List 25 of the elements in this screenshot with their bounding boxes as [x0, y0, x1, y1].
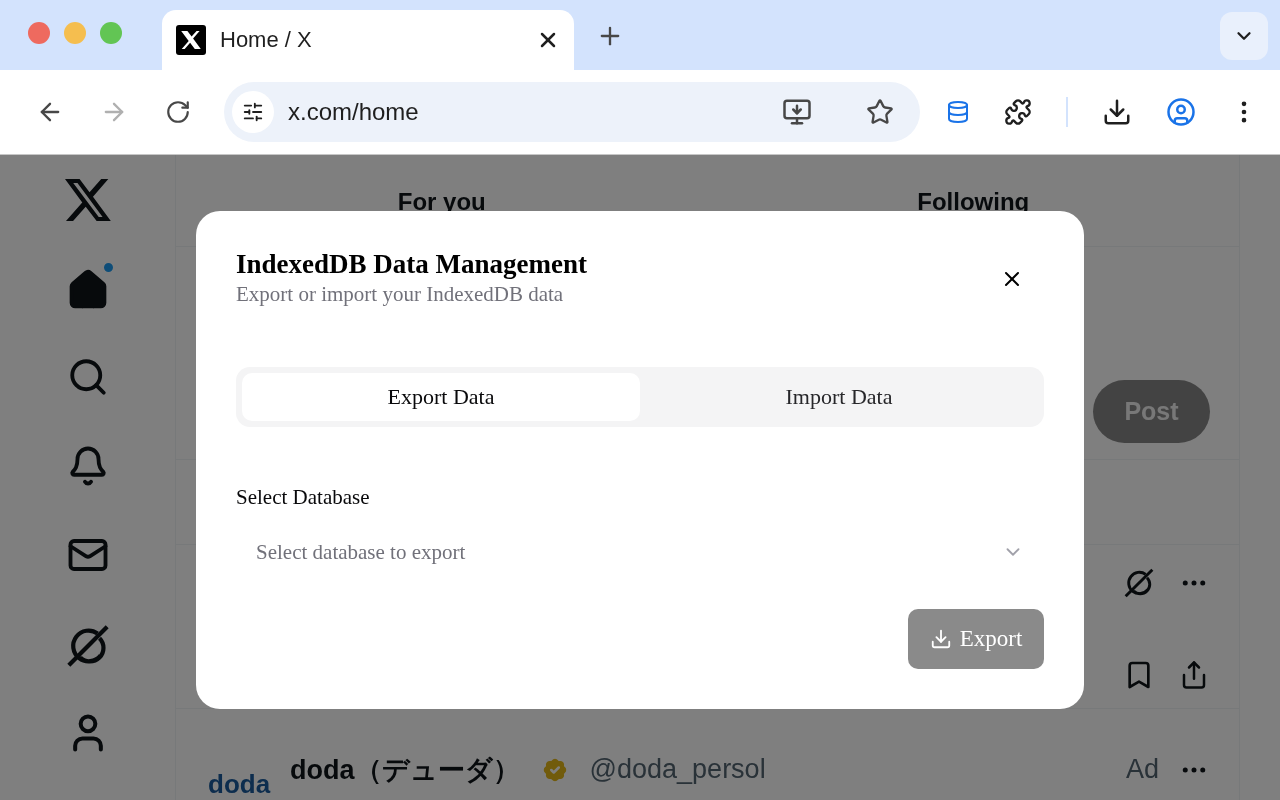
slashed-circle-icon[interactable]: [1123, 566, 1155, 599]
browser-tab[interactable]: Home / X: [162, 10, 574, 70]
advertiser-name: doda（デューダ）: [290, 753, 520, 787]
site-settings-button[interactable]: [232, 91, 274, 133]
download-icon[interactable]: [1102, 97, 1132, 127]
install-icon[interactable]: [782, 97, 812, 127]
dialog-tab[interactable]: Import Data: [640, 373, 1038, 421]
ad-label: Ad: [1125, 754, 1159, 785]
advertiser-handle: @doda_persol: [589, 754, 767, 785]
x-favicon-icon: [176, 25, 206, 55]
advertiser-logo: doda: [208, 769, 271, 800]
tab-title: Home / X: [220, 27, 313, 53]
x-logo-icon[interactable]: [64, 179, 111, 222]
download-icon: [929, 628, 952, 650]
dialog-title: IndexedDB Data Management: [236, 249, 587, 280]
sliders-icon: [242, 101, 264, 123]
address-bar[interactable]: x.com/home: [224, 82, 920, 142]
profile-icon[interactable]: [1166, 97, 1196, 127]
field-label: Select Database: [236, 485, 371, 510]
dialog-subtitle: Export or import your IndexedDB data: [236, 282, 565, 307]
bookmark-star-icon[interactable]: [866, 98, 894, 126]
dialog-tab[interactable]: Export Data: [242, 373, 640, 421]
database-icon[interactable]: [946, 100, 970, 124]
reload-icon[interactable]: [165, 99, 191, 125]
extensions-icon[interactable]: [1004, 98, 1032, 126]
